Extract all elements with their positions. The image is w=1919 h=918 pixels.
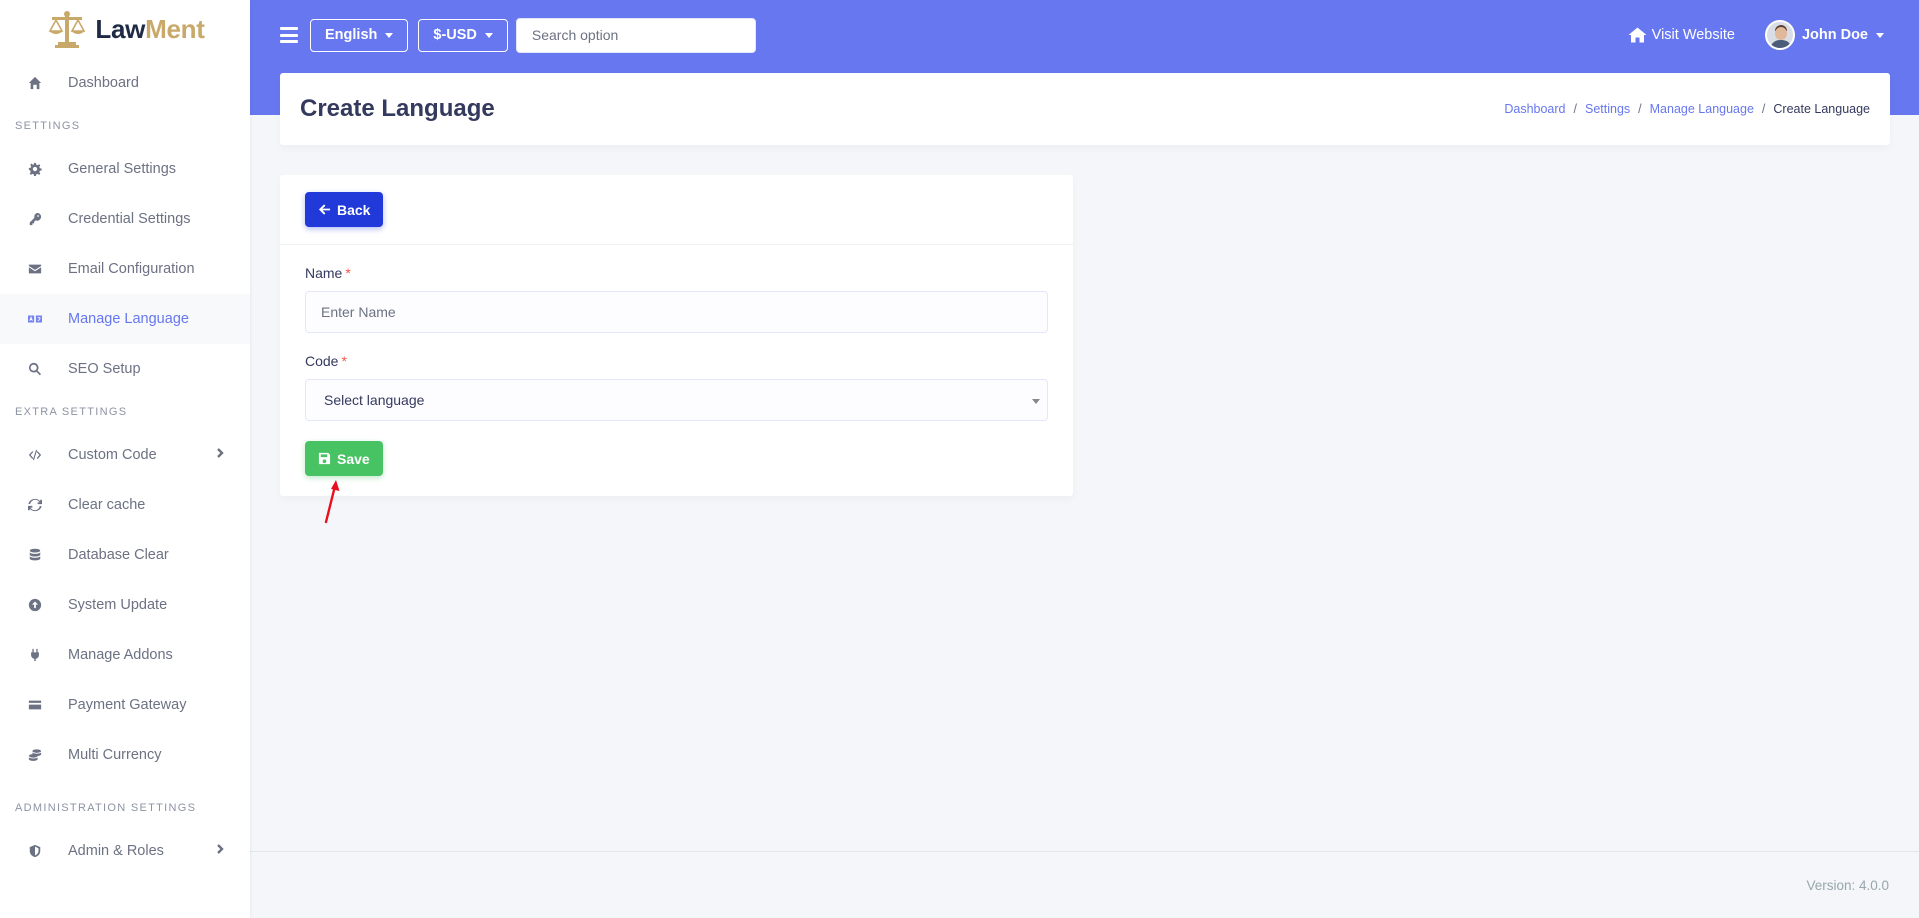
- annotation-arrow-icon: [324, 480, 340, 524]
- sidebar-item-admin-roles[interactable]: Admin & Roles: [0, 826, 250, 876]
- sidebar-item-clear-cache[interactable]: Clear cache: [0, 480, 250, 530]
- language-dropdown[interactable]: English: [310, 18, 409, 52]
- page-title: Create Language: [300, 95, 495, 122]
- menu-header-extra-settings: EXTRA SETTINGS: [15, 406, 128, 418]
- sidebar-item-system-update[interactable]: System Update: [0, 580, 250, 630]
- code-form-group: Code * Select language: [305, 353, 1048, 421]
- version-text: Version: 4.0.0: [1806, 877, 1889, 893]
- save-button[interactable]: Save: [305, 441, 383, 476]
- sidebar-item-manage-language[interactable]: Manage Language: [0, 294, 250, 344]
- coins-icon: [27, 747, 43, 763]
- key-icon: [27, 211, 43, 227]
- avatar: [1764, 20, 1795, 50]
- save-button-label: Save: [337, 450, 370, 467]
- footer: Version: 4.0.0: [250, 851, 1919, 918]
- breadcrumb-manage-language[interactable]: Manage Language: [1650, 102, 1754, 116]
- required-mark: *: [341, 353, 347, 369]
- breadcrumb-settings[interactable]: Settings: [1585, 102, 1630, 116]
- section-header: Create Language Dashboard / Settings / M…: [280, 73, 1890, 145]
- sidebar-item-label: Clear cache: [68, 497, 146, 513]
- sidebar-item-multi-currency[interactable]: Multi Currency: [0, 730, 250, 780]
- code-label: Code *: [305, 353, 347, 369]
- brand-name: LawMent: [95, 13, 205, 44]
- sidebar-item-label: Email Configuration: [68, 261, 195, 277]
- sidebar-item-payment-gateway[interactable]: Payment Gateway: [0, 680, 250, 730]
- search-input[interactable]: [515, 17, 756, 53]
- caret-down-icon: [1876, 32, 1884, 38]
- required-mark: *: [345, 265, 351, 281]
- home-icon: [27, 75, 43, 91]
- sidebar-item-custom-code[interactable]: Custom Code: [0, 430, 250, 480]
- breadcrumb-separator: /: [1761, 102, 1766, 116]
- sidebar-item-manage-addons[interactable]: Manage Addons: [0, 630, 250, 680]
- search-icon: [27, 361, 43, 377]
- breadcrumb-current: Create Language: [1773, 102, 1870, 116]
- visit-website-link[interactable]: Visit Website: [1628, 27, 1735, 43]
- code-select-value: Select language: [324, 392, 425, 408]
- database-icon: [27, 547, 43, 563]
- refresh-icon: [27, 497, 43, 513]
- floppy-disk-icon: [318, 452, 331, 465]
- sidebar-item-label: Multi Currency: [68, 747, 162, 763]
- navbar-right: Visit Website John Doe: [1628, 20, 1919, 50]
- language-icon: [27, 311, 43, 327]
- name-label: Name *: [305, 265, 351, 281]
- sidebar-item-database-clear[interactable]: Database Clear: [0, 530, 250, 580]
- breadcrumb-separator: /: [1573, 102, 1577, 116]
- sidebar-item-label: General Settings: [68, 161, 177, 177]
- sidebar-item-dashboard[interactable]: Dashboard: [0, 58, 250, 108]
- sidebar-item-label: System Update: [68, 597, 168, 613]
- sidebar-item-seo-setup[interactable]: SEO Setup: [0, 344, 250, 394]
- caret-down-icon: [484, 32, 493, 38]
- sidebar-item-label: Custom Code: [68, 447, 157, 463]
- visit-website-label: Visit Website: [1651, 27, 1735, 43]
- sidebar-item-label: Dashboard: [68, 75, 139, 91]
- breadcrumb: Dashboard / Settings / Manage Language /…: [1504, 102, 1870, 116]
- sidebar-item-email-configuration[interactable]: Email Configuration: [0, 244, 250, 294]
- sidebar-item-label: Database Clear: [68, 547, 169, 563]
- sidebar-item-label: Credential Settings: [68, 211, 191, 227]
- arrow-left-icon: [318, 204, 331, 215]
- name-form-group: Name *: [305, 265, 1048, 333]
- caret-down-icon: [1032, 399, 1040, 404]
- sidebar-item-label: Manage Addons: [68, 647, 173, 663]
- name-input[interactable]: [305, 291, 1048, 333]
- currency-dropdown[interactable]: $-USD: [418, 18, 508, 52]
- language-dropdown-label: English: [325, 27, 378, 43]
- caret-down-icon: [385, 32, 394, 38]
- chevron-right-icon: [214, 447, 228, 461]
- user-menu[interactable]: John Doe: [1764, 20, 1884, 50]
- sidebar-item-label: Payment Gateway: [68, 697, 187, 713]
- credit-card-icon: [27, 697, 43, 713]
- brand-logo[interactable]: LawMent: [0, 0, 250, 58]
- currency-dropdown-label: $-USD: [433, 27, 477, 43]
- user-name: John Doe: [1801, 27, 1868, 43]
- create-language-card: Back Name* Code* Select language Save: [280, 175, 1073, 496]
- back-button[interactable]: Back: [305, 192, 384, 227]
- gear-icon: [27, 161, 43, 177]
- scales-of-justice-icon: [45, 8, 89, 50]
- menu-header-administration-settings: ADMINISTRATION SETTINGS: [15, 802, 197, 814]
- back-button-label: Back: [337, 201, 371, 218]
- breadcrumb-dashboard[interactable]: Dashboard: [1504, 102, 1565, 116]
- sidebar-item-label: SEO Setup: [68, 361, 141, 377]
- envelope-icon: [27, 261, 43, 277]
- breadcrumb-separator: /: [1638, 102, 1642, 116]
- navbar: English $-USD Visit Website John Doe: [250, 0, 1919, 70]
- card-header: Back: [280, 175, 1073, 245]
- sidebar-item-label: Manage Language: [68, 311, 189, 327]
- sidebar-item-credential-settings[interactable]: Credential Settings: [0, 194, 250, 244]
- home-icon: [1628, 27, 1647, 43]
- chevron-right-icon: [214, 843, 228, 857]
- sidebar-item-general-settings[interactable]: General Settings: [0, 144, 250, 194]
- code-icon: [27, 447, 43, 463]
- shield-icon: [27, 843, 43, 859]
- hamburger-menu-icon[interactable]: [280, 27, 298, 43]
- sidebar-item-label: Admin & Roles: [68, 843, 164, 859]
- upload-circle-icon: [27, 597, 43, 613]
- sidebar: LawMent Dashboard SETTINGS General Setti…: [0, 0, 250, 918]
- plug-icon: [27, 647, 43, 663]
- code-select[interactable]: Select language: [305, 379, 1048, 421]
- menu-header-settings: SETTINGS: [15, 120, 81, 132]
